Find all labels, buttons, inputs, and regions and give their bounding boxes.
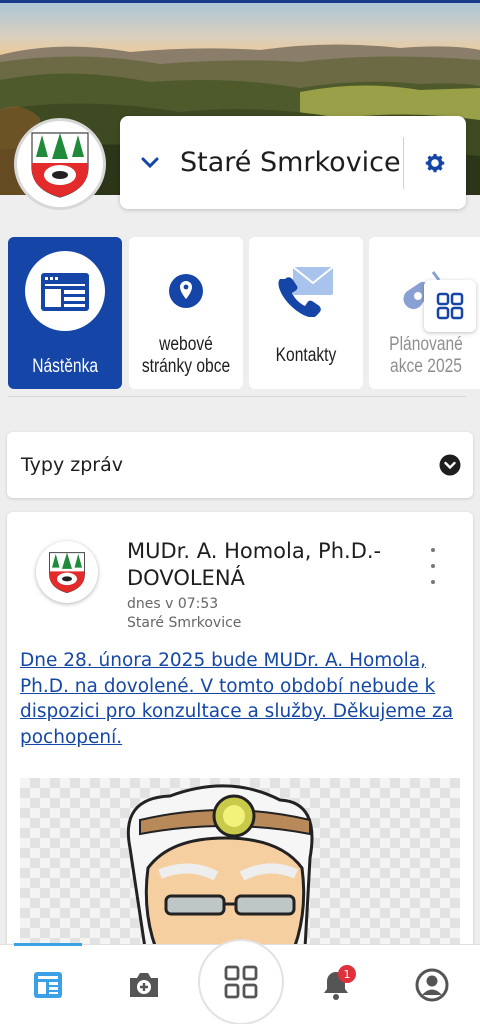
chevron-down-icon (141, 157, 159, 168)
phone-mail-icon (278, 266, 334, 317)
post-author-avatar (36, 541, 98, 603)
nav-notifications[interactable]: 1 (314, 963, 358, 1007)
nav-news[interactable] (26, 963, 70, 1007)
village-crest-icon (49, 552, 85, 594)
chevron-down-circle-icon (439, 454, 461, 476)
nav-camera[interactable] (122, 963, 166, 1007)
tile-label: Plánované akce 2025 (389, 334, 463, 377)
nav-menu[interactable] (198, 939, 284, 1024)
settings-button[interactable] (404, 116, 466, 209)
user-icon (415, 968, 449, 1002)
village-crest (14, 118, 106, 210)
tile-kontakty[interactable]: Kontakty (249, 237, 363, 389)
post-menu-button[interactable] (423, 548, 443, 584)
section-divider (8, 396, 466, 397)
camera-add-icon (130, 973, 158, 997)
post-timestamp: dnes v 07:53 (127, 596, 219, 612)
grid-icon (436, 292, 464, 320)
active-tab-indicator (14, 943, 82, 946)
village-crest-icon (31, 132, 89, 198)
status-line (0, 0, 480, 3)
gear-icon (425, 153, 445, 172)
tile-label: Kontakty (275, 345, 337, 366)
post-title: MUDr. A. Homola, Ph.D.- DOVOLENÁ (127, 539, 382, 590)
tile-webove-stranky[interactable]: webové stránky obce (129, 237, 243, 389)
post-location: Staré Smrkovice (127, 615, 242, 631)
grid-icon (224, 965, 258, 999)
quick-tiles: Nástěnka webové stránky obce Kontakty Pl… (8, 237, 480, 389)
newsboard-icon (25, 251, 105, 331)
village-dropdown-button[interactable] (120, 116, 180, 209)
tile-nastenka[interactable]: Nástěnka (8, 237, 122, 389)
message-type-filter[interactable]: Typy zpráv (7, 432, 473, 498)
nav-profile[interactable] (410, 963, 454, 1007)
bottom-navigation: 1 (0, 939, 480, 1024)
notification-badge: 1 (338, 965, 356, 983)
post-body-link[interactable]: Dne 28. února 2025 bude MUDr. A. Homola,… (20, 648, 468, 750)
village-selector[interactable]: Staré Smrkovice (120, 116, 466, 209)
village-name: Staré Smrkovice (180, 147, 401, 178)
tile-label: Nástěnka (32, 356, 98, 377)
location-pin-icon (169, 274, 203, 308)
filter-label: Typy zpráv (21, 454, 123, 476)
news-icon (34, 972, 62, 998)
all-tiles-button[interactable] (424, 280, 476, 332)
more-vertical-icon (431, 548, 435, 552)
tile-label: webové stránky obce (141, 334, 231, 377)
